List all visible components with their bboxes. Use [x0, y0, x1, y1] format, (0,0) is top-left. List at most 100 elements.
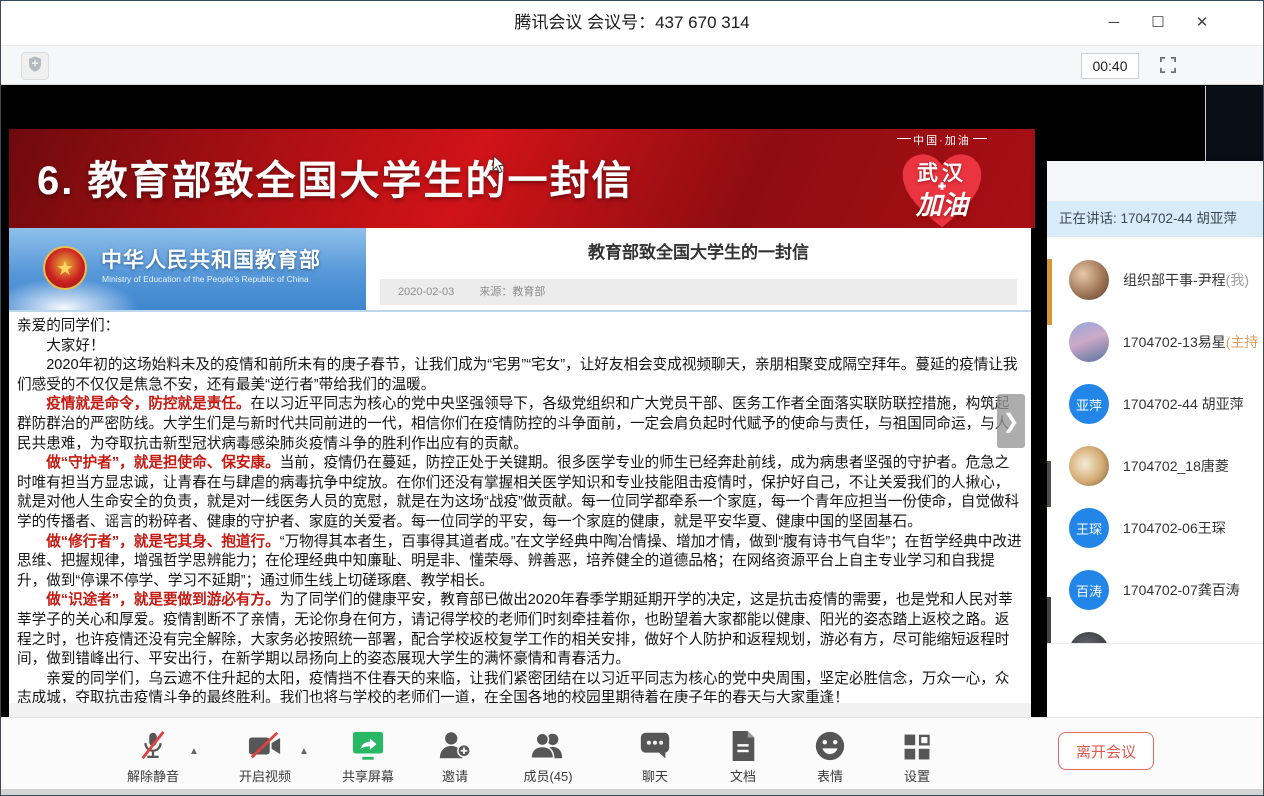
heart-icon: 武汉 加油: [867, 149, 1017, 228]
participant-row[interactable]: 百涛 1704702-07龚百涛: [1047, 559, 1264, 621]
share-screen-icon: [326, 725, 410, 763]
emoji-label: 表情: [788, 766, 872, 785]
participant-row[interactable]: 王琛 1704702-06王琛: [1047, 497, 1264, 559]
members-button[interactable]: 成员(45): [506, 725, 590, 785]
mouse-cursor-icon: [491, 155, 507, 180]
close-button[interactable]: ✕: [1185, 1, 1219, 45]
moe-site-header: ★ 中华人民共和国教育部 Ministry of Education of th…: [9, 228, 1031, 312]
titlebar: 腾讯会议 会议号：437 670 314 ─ ☐ ✕: [1, 1, 1263, 45]
participant-row[interactable]: 1704702_18唐菱: [1047, 435, 1264, 497]
paragraph-lead: 做“守护者”，就是担使命、保安康。: [46, 455, 280, 471]
unmute-label: 解除静音: [111, 766, 195, 785]
leave-meeting-button[interactable]: 离开会议: [1058, 732, 1154, 770]
participant-name: 1704702_18唐菱: [1123, 456, 1229, 476]
article-meta: 2020-02-03 来源：教育部: [380, 279, 1017, 305]
letter-paragraph: 疫情就是命令，防控就是责任。在以习近平同志为核心的党中央坚强领导下，各级党组织和…: [17, 395, 1023, 454]
window-title: 腾讯会议 会议号：437 670 314: [1, 1, 1263, 45]
fullscreen-button[interactable]: [1155, 54, 1181, 80]
participant-avatar: [1069, 260, 1109, 300]
emoji-button[interactable]: 表情: [788, 725, 872, 785]
maximize-button[interactable]: ☐: [1141, 1, 1175, 45]
participant-avatar: 百涛: [1069, 570, 1109, 610]
participant-name: 1704702-07龚百涛: [1123, 580, 1240, 600]
start-video-button[interactable]: 开启视频: [223, 725, 307, 785]
article-source: 来源：教育部: [479, 286, 545, 298]
speaking-indicator: 正在讲话: 1704702-44 胡亚萍: [1047, 201, 1264, 237]
meeting-toolbar: 解除静音 ▲ 开启视频 ▲ 共享屏幕 邀请 成员(45): [1, 717, 1263, 789]
moe-brand-banner: ★ 中华人民共和国教育部 Ministry of Education of th…: [9, 228, 366, 310]
shared-document: 6. 教育部致全国大学生的一封信 中国·加油 武汉 加油 ★: [9, 129, 1031, 717]
invite-button[interactable]: 邀请: [413, 725, 497, 785]
participant-row[interactable]: 亚萍1704702-44 胡亚萍: [1047, 373, 1264, 435]
participant-name: 1704702-13易星(主持: [1123, 332, 1258, 352]
start-video-label: 开启视频: [223, 766, 307, 785]
participant-avatar: [1069, 446, 1109, 486]
article-header: 教育部致全国大学生的一封信 2020-02-03 来源：教育部: [366, 228, 1031, 310]
participant-row[interactable]: 组织部干事-尹程(我): [1047, 249, 1264, 311]
settings-button[interactable]: 设置: [875, 725, 959, 785]
meeting-security-button[interactable]: [21, 52, 49, 80]
microphone-muted-icon: [111, 725, 195, 763]
chat-icon: [613, 725, 697, 763]
participant-name: 1704702-44 胡亚萍: [1123, 394, 1244, 414]
panel-expander-button[interactable]: ❯: [997, 394, 1025, 448]
meeting-subbar: 00:40: [1, 45, 1263, 85]
settings-grid-icon: [875, 725, 959, 763]
letter-paragraph: 大家好！: [17, 337, 1023, 357]
minimize-button[interactable]: ─: [1097, 1, 1131, 45]
moe-name-en: Ministry of Education of the People's Re…: [102, 274, 309, 284]
slide-heading: 6. 教育部致全国大学生的一封信: [37, 129, 633, 228]
share-screen-label: 共享屏幕: [326, 766, 410, 785]
invite-label: 邀请: [413, 766, 497, 785]
participant-role-tag: (我): [1226, 272, 1249, 288]
chat-button[interactable]: 聊天: [613, 725, 697, 785]
article-date: 2020-02-03: [398, 286, 454, 298]
tencent-meeting-window: 腾讯会议 会议号：437 670 314 ─ ☐ ✕ 00:40 6. 教育部致…: [0, 0, 1264, 796]
document-footer: [9, 703, 1031, 717]
letter-paragraph: 亲爱的同学们：: [17, 317, 1023, 337]
national-emblem-icon: ★: [43, 246, 87, 290]
members-icon: [506, 725, 590, 763]
chat-label: 聊天: [613, 766, 697, 785]
document-icon: [701, 725, 785, 763]
video-options-arrow[interactable]: ▲: [299, 746, 309, 757]
participant-avatar: 王琛: [1069, 508, 1109, 548]
shared-screen-stage: 6. 教育部致全国大学生的一封信 中国·加油 武汉 加油 ★: [1, 85, 1263, 717]
camera-off-icon: [223, 725, 307, 763]
panel-top-strip: [1047, 161, 1264, 201]
letter-paragraph: 做“守护者”，就是担使命、保安康。当前，疫情仍在蔓延，防控正处于关键期。很多医学…: [17, 454, 1023, 532]
participant-avatar: [1069, 322, 1109, 362]
video-thumbnail-sliver: [1205, 86, 1264, 161]
letter-paragraph: 做“识途者”，就是要做到游必有方。为了同学们的健康平安，教育部已做出2020年春…: [17, 591, 1023, 669]
moe-name-cn: 中华人民共和国教育部: [101, 244, 321, 274]
logo-jiayou-text: 加油: [867, 185, 1017, 222]
docs-button[interactable]: 文档: [701, 725, 785, 785]
mic-options-arrow[interactable]: ▲: [189, 746, 199, 757]
slide-edge-sliver: [1031, 129, 1035, 228]
participant-list: 组织部干事-尹程(我) 1704702-13易星(主持亚萍1704702-44 胡…: [1047, 249, 1264, 683]
settings-label: 设置: [875, 766, 959, 785]
share-screen-button[interactable]: 共享屏幕: [326, 725, 410, 785]
paragraph-lead: 做“修行者”，就是宅其身、抱道行。: [46, 534, 280, 550]
participant-role-tag: (主持: [1226, 334, 1259, 350]
wuhan-jiayou-logo: 中国·加油 武汉 加油: [867, 131, 1017, 228]
participant-row[interactable]: 1704702-13易星(主持: [1047, 311, 1264, 373]
slide-banner: 6. 教育部致全国大学生的一封信 中国·加油 武汉 加油: [9, 129, 1031, 228]
letter-paragraph: 做“修行者”，就是宅其身、抱道行。“万物得其本者生，百事得其道者成。”在文学经典…: [17, 533, 1023, 592]
participant-name: 1704702-06王琛: [1123, 518, 1226, 538]
panel-footer: [1047, 643, 1264, 717]
letter-paragraph: 2020年初的这场始料未及的疫情和前所未有的庚子春节，让我们成为“宅男”“宅女”…: [17, 356, 1023, 395]
logo-wuhan-text: 武汉: [867, 157, 1017, 187]
unmute-button[interactable]: 解除静音: [111, 725, 195, 785]
participants-panel: 正在讲话: 1704702-44 胡亚萍 组织部干事-尹程(我) 1704702-…: [1047, 161, 1264, 717]
invite-person-icon: [413, 725, 497, 763]
fullscreen-icon: [1158, 55, 1178, 80]
docs-label: 文档: [701, 766, 785, 785]
meeting-timer: 00:40: [1081, 53, 1139, 79]
participant-name: 组织部干事-尹程(我): [1123, 270, 1249, 290]
shield-icon: [26, 55, 44, 78]
letter-body: 亲爱的同学们：大家好！2020年初的这场始料未及的疫情和前所未有的庚子春节，让我…: [9, 312, 1031, 717]
paragraph-lead: 做“识途者”，就是要做到游必有方。: [46, 592, 280, 608]
paragraph-lead: 疫情就是命令，防控就是责任。: [46, 396, 250, 412]
members-label: 成员(45): [506, 766, 590, 785]
